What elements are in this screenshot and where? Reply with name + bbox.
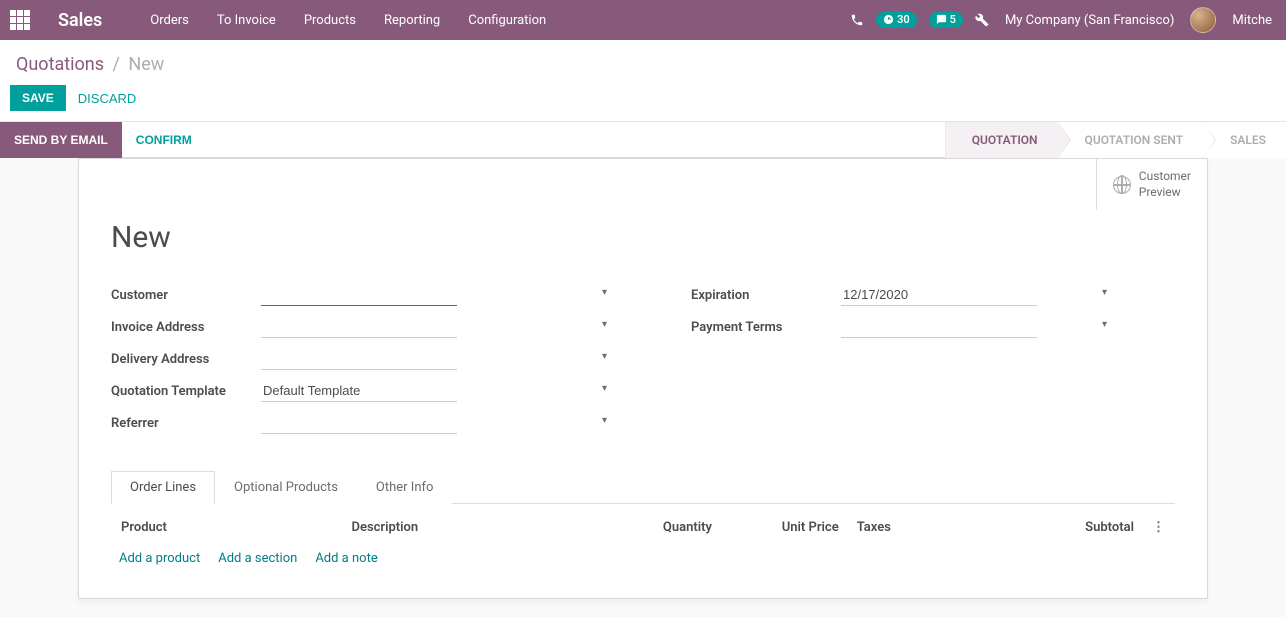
save-button[interactable]: SAVE (10, 85, 66, 111)
button-row: SAVE DISCARD (0, 85, 1286, 121)
quotation-template-field[interactable] (261, 380, 457, 402)
discard-button[interactable]: DISCARD (78, 91, 137, 106)
send-by-email-button[interactable]: SEND BY EMAIL (0, 122, 122, 158)
th-subtotal: Subtotal (996, 514, 1142, 541)
label-quotation-template: Quotation Template (111, 384, 261, 399)
record-title: New (111, 220, 1175, 255)
th-description: Description (343, 514, 592, 541)
customer-field[interactable] (261, 284, 457, 306)
preview-line2: Preview (1139, 185, 1181, 199)
expiration-field[interactable] (841, 284, 1037, 306)
message-badge[interactable]: 5 (929, 12, 963, 28)
label-payment-terms: Payment Terms (691, 320, 841, 335)
form-col-right: Expiration Payment Terms (691, 283, 1111, 443)
sheet-body: New Customer Invoice Address Delivery Ad… (79, 210, 1207, 598)
statusbar: QUOTATION QUOTATION SENT SALES (945, 122, 1286, 158)
invoice-address-field[interactable] (261, 316, 457, 338)
apps-icon[interactable] (10, 10, 30, 30)
breadcrumb-root[interactable]: Quotations (16, 54, 104, 75)
delivery-address-field[interactable] (261, 348, 457, 370)
tab-order-lines[interactable]: Order Lines (111, 471, 215, 504)
status-quotation-sent[interactable]: QUOTATION SENT (1058, 122, 1204, 158)
status-quotation[interactable]: QUOTATION (945, 122, 1058, 158)
sheet-wrap: Customer Preview New Customer Invoice Ad… (0, 158, 1286, 599)
order-lines-table: Product Description Quantity Unit Price … (111, 512, 1175, 543)
menu-reporting[interactable]: Reporting (380, 13, 444, 28)
label-expiration: Expiration (691, 288, 841, 303)
th-unit-price: Unit Price (722, 514, 847, 541)
add-note-link[interactable]: Add a note (315, 551, 377, 566)
th-quantity: Quantity (595, 514, 720, 541)
preview-line1: Customer (1139, 169, 1191, 183)
breadcrumb-current: New (128, 54, 164, 75)
menu-configuration[interactable]: Configuration (464, 13, 550, 28)
debug-icon[interactable] (975, 13, 989, 27)
label-delivery-address: Delivery Address (111, 352, 261, 367)
form-sheet: Customer Preview New Customer Invoice Ad… (78, 158, 1208, 599)
activity-badge[interactable]: 30 (876, 12, 917, 28)
menu-orders[interactable]: Orders (146, 13, 193, 28)
action-bar-left: SEND BY EMAIL CONFIRM (0, 122, 206, 158)
action-bar: SEND BY EMAIL CONFIRM QUOTATION QUOTATIO… (0, 122, 1286, 158)
app-brand[interactable]: Sales (58, 10, 102, 31)
customer-preview-button[interactable]: Customer Preview (1096, 159, 1207, 210)
tab-other-info[interactable]: Other Info (357, 471, 453, 504)
control-region: Quotations / New SAVE DISCARD (0, 40, 1286, 122)
th-product: Product (113, 514, 341, 541)
add-section-link[interactable]: Add a section (218, 551, 297, 566)
menu-products[interactable]: Products (300, 13, 360, 28)
table-action-links: Add a product Add a section Add a note (111, 543, 1175, 574)
sheet-header: Customer Preview (79, 159, 1207, 210)
breadcrumb: Quotations / New (0, 40, 1286, 85)
label-customer: Customer (111, 288, 261, 303)
column-options-icon[interactable]: ⋮ (1152, 520, 1165, 535)
phone-icon[interactable] (850, 13, 864, 27)
form-col-left: Customer Invoice Address Delivery Addres… (111, 283, 611, 443)
user-name[interactable]: Mitche (1228, 13, 1276, 28)
label-invoice-address: Invoice Address (111, 320, 261, 335)
top-navbar: Sales Orders To Invoice Products Reporti… (0, 0, 1286, 40)
menu-to-invoice[interactable]: To Invoice (213, 13, 280, 28)
payment-terms-field[interactable] (841, 316, 1037, 338)
referrer-field[interactable] (261, 412, 457, 434)
activity-count: 30 (897, 13, 910, 26)
breadcrumb-sep: / (112, 54, 119, 75)
label-referrer: Referrer (111, 416, 261, 431)
navbar-right: 30 5 My Company (San Francisco) Mitche (850, 7, 1276, 33)
company-selector[interactable]: My Company (San Francisco) (1001, 13, 1178, 28)
form-columns: Customer Invoice Address Delivery Addres… (111, 283, 1175, 443)
tabs: Order Lines Optional Products Other Info (111, 471, 1175, 504)
globe-icon (1113, 176, 1131, 194)
add-product-link[interactable]: Add a product (119, 551, 200, 566)
avatar[interactable] (1190, 7, 1216, 33)
confirm-button[interactable]: CONFIRM (122, 122, 206, 158)
th-taxes: Taxes (849, 514, 995, 541)
message-count: 5 (950, 13, 956, 26)
navbar-left: Sales Orders To Invoice Products Reporti… (10, 10, 550, 31)
tab-optional-products[interactable]: Optional Products (215, 471, 357, 504)
